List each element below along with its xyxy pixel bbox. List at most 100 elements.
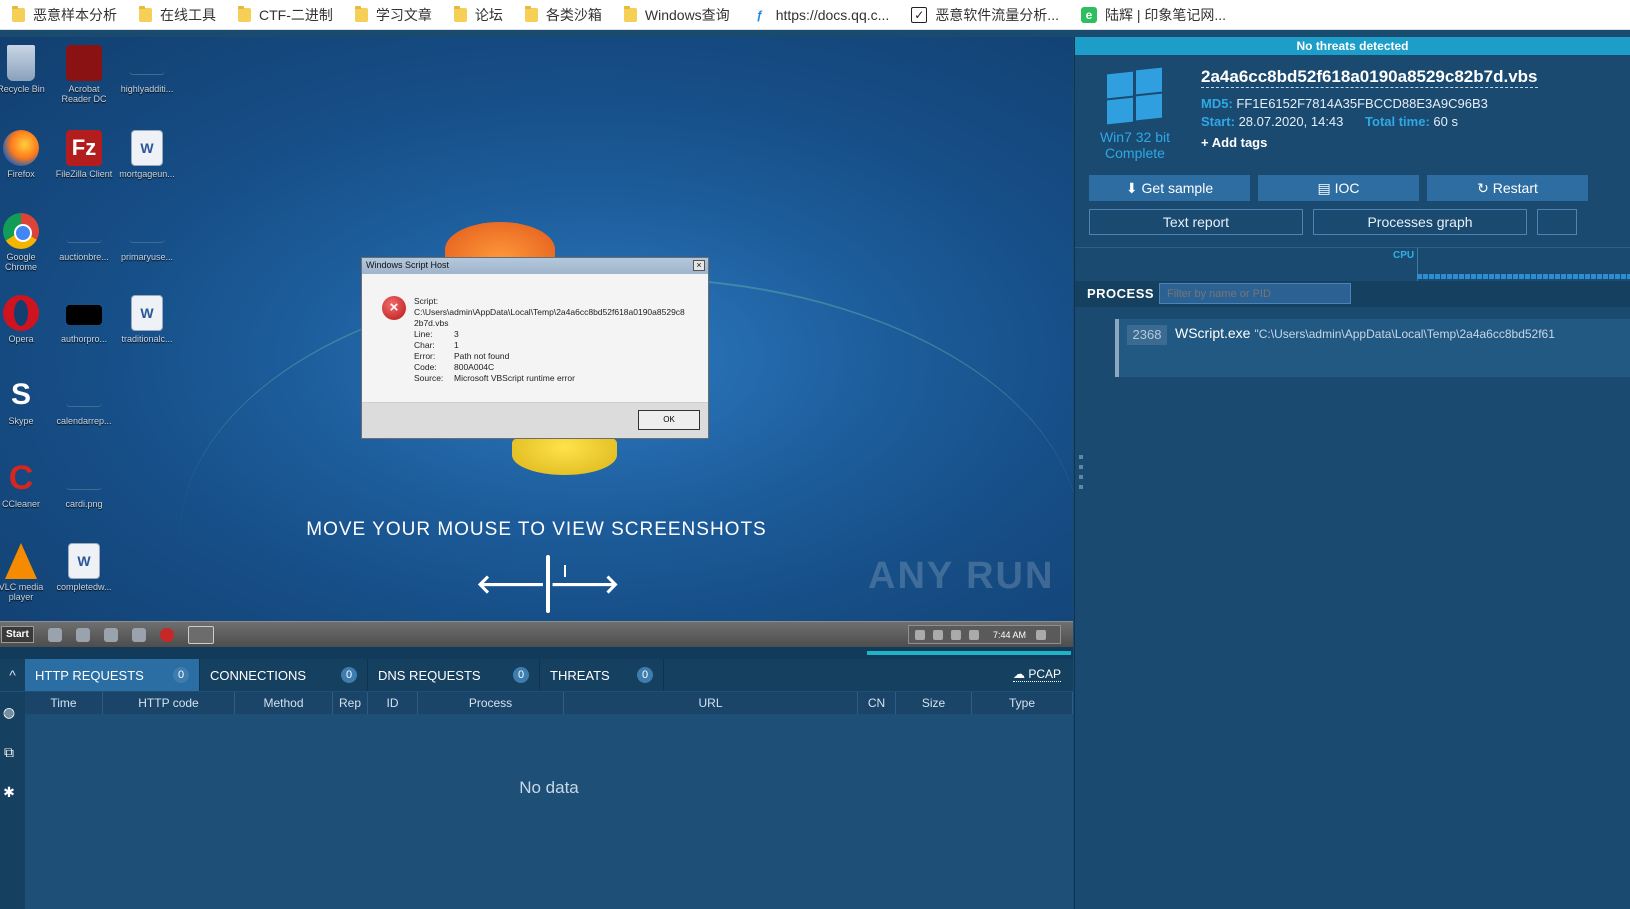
tab-dns-requests[interactable]: DNS REQUESTS 0 bbox=[368, 659, 540, 691]
chrome-icon[interactable] bbox=[131, 627, 146, 642]
bookmark-item[interactable]: 恶意样本分析 bbox=[12, 5, 117, 25]
desktop-icon[interactable]: S Skype bbox=[0, 377, 52, 426]
sample-meta: MD5: FF1E6152F7814A35FBCCD88E3A9C96B3 St… bbox=[1201, 95, 1488, 131]
chevron-up-icon[interactable]: ^ bbox=[0, 659, 25, 691]
dialog-titlebar: Windows Script Host × bbox=[362, 258, 708, 274]
wallpaper-logo-yellow bbox=[512, 435, 617, 475]
blank-icon bbox=[129, 45, 165, 75]
bookmark-label: 陆辉 | 印象笔记网... bbox=[1104, 6, 1227, 23]
bookmark-item[interactable]: 在线工具 bbox=[139, 5, 216, 25]
desktop-icon[interactable]: highlyadditi... bbox=[116, 45, 178, 94]
bookmark-item[interactable]: ƒ https://docs.qq.c... bbox=[752, 7, 889, 23]
desktop-icon[interactable]: Firefox bbox=[0, 130, 52, 179]
clock: 7:44 AM bbox=[992, 629, 1026, 640]
desktop-icon[interactable]: auctionbre... bbox=[53, 213, 115, 262]
vm-taskbar: Start 7:44 AM bbox=[0, 621, 1073, 647]
tab-count-badge: 0 bbox=[173, 667, 189, 683]
bookmark-item[interactable]: e 陆辉 | 印象笔记网... bbox=[1080, 5, 1227, 25]
opera-icon[interactable] bbox=[159, 627, 174, 642]
column-header[interactable]: Method bbox=[235, 692, 333, 714]
ie-icon[interactable] bbox=[47, 627, 62, 642]
tab-threats[interactable]: THREATS 0 bbox=[540, 659, 664, 691]
desktop-icon-label: calendarrep... bbox=[56, 416, 112, 426]
tab-count-badge: 0 bbox=[341, 667, 357, 683]
bookmark-item[interactable]: ✓ 恶意软件流量分析... bbox=[911, 5, 1059, 25]
column-header[interactable]: ID bbox=[368, 692, 418, 714]
column-header[interactable]: Size bbox=[896, 692, 972, 714]
desktop-icon[interactable]: Acrobat Reader DC bbox=[53, 45, 115, 104]
column-header[interactable]: Time bbox=[25, 692, 103, 714]
desktop-icon[interactable]: VLC media player bbox=[0, 543, 52, 602]
more-button[interactable] bbox=[1537, 209, 1577, 235]
column-header[interactable]: Process bbox=[418, 692, 564, 714]
ioc-button[interactable]: ▤ IOC bbox=[1258, 175, 1419, 201]
desktop-icon[interactable]: Opera bbox=[0, 295, 52, 344]
close-icon[interactable]: × bbox=[693, 260, 705, 271]
column-header[interactable]: CN bbox=[858, 692, 896, 714]
folder-icon bbox=[238, 5, 251, 22]
column-header[interactable]: HTTP code bbox=[103, 692, 235, 714]
desktop-icon-label: primaryuse... bbox=[120, 252, 173, 262]
cpu-bar bbox=[1417, 274, 1630, 279]
show-desktop-icon[interactable] bbox=[1036, 629, 1046, 640]
text-report-button[interactable]: Text report bbox=[1089, 209, 1303, 235]
network-icon[interactable] bbox=[950, 629, 961, 640]
process-row[interactable]: 2368 WScript.exe "C:\Users\admin\AppData\… bbox=[1115, 319, 1630, 377]
explorer-icon[interactable] bbox=[75, 627, 90, 642]
dialog-row-key: Error: bbox=[414, 351, 436, 361]
desktop-icon-label: authorpro... bbox=[60, 334, 108, 344]
pcap-button[interactable]: ☁ PCAP bbox=[1012, 667, 1061, 682]
bookmark-item[interactable]: 学习文章 bbox=[354, 5, 432, 25]
mouse-hint: 🡐 🡒 bbox=[476, 553, 619, 615]
bookmark-item[interactable]: Windows查询 bbox=[623, 5, 730, 25]
desktop-icon[interactable]: authorpro... bbox=[53, 295, 115, 344]
volume-icon[interactable] bbox=[932, 629, 943, 640]
script-host-taskbar-icon[interactable] bbox=[187, 625, 214, 644]
bookmark-label: 恶意软件流量分析... bbox=[935, 6, 1059, 23]
tab-http-requests[interactable]: HTTP REQUESTS 0 bbox=[25, 659, 200, 691]
resize-grip[interactable] bbox=[1079, 455, 1083, 491]
get-sample-button[interactable]: ⬇ Get sample bbox=[1089, 175, 1250, 201]
chrome-icon bbox=[3, 213, 39, 249]
desktop-icon[interactable]: calendarrep... bbox=[53, 377, 115, 426]
cloud-download-icon: ☁ bbox=[1012, 667, 1029, 681]
sample-filename[interactable]: 2a4a6cc8bd52f618a0190a8529c82b7d.vbs bbox=[1201, 67, 1538, 88]
desktop-icon[interactable]: Wcompletedw... bbox=[53, 543, 115, 592]
desktop-icon[interactable]: C CCleaner bbox=[0, 460, 52, 509]
bookmark-item[interactable]: CTF-二进制 bbox=[238, 5, 333, 25]
tab-connections[interactable]: CONNECTIONS 0 bbox=[200, 659, 368, 691]
globe-icon[interactable]: ◍ bbox=[0, 704, 18, 722]
start-button[interactable]: Start bbox=[1, 626, 34, 643]
desktop-icon[interactable]: cardi.png bbox=[53, 460, 115, 509]
column-header[interactable]: URL bbox=[564, 692, 858, 714]
verdict-banner: No threats detected bbox=[1075, 37, 1630, 55]
folder-icon bbox=[12, 5, 25, 22]
bookmark-label: Windows查询 bbox=[644, 6, 730, 23]
column-header[interactable]: Type bbox=[972, 692, 1073, 714]
process-filter-input[interactable] bbox=[1159, 283, 1351, 304]
tray-arrow-icon[interactable] bbox=[914, 629, 925, 640]
task-progress-track bbox=[0, 647, 1073, 659]
dialog-row-value: Microsoft VBScript runtime error bbox=[454, 373, 575, 383]
desktop-icon[interactable]: Fz FileZilla Client bbox=[53, 130, 115, 179]
desktop-icon-label: Acrobat Reader DC bbox=[61, 84, 107, 104]
flag-icon[interactable] bbox=[968, 629, 979, 640]
desktop-icon[interactable]: Recycle Bin bbox=[0, 45, 52, 94]
vm-desktop-screenshot[interactable]: Recycle Bin Acrobat Reader DC highlyadditi… bbox=[0, 37, 1073, 621]
restart-button[interactable]: ↻ Restart bbox=[1427, 175, 1588, 201]
column-header[interactable]: Rep bbox=[333, 692, 368, 714]
processes-graph-button[interactable]: Processes graph bbox=[1313, 209, 1527, 235]
bug-icon[interactable]: ✱ bbox=[0, 784, 18, 802]
bookmark-item[interactable]: 各类沙箱 bbox=[524, 5, 602, 25]
ok-button[interactable]: OK bbox=[638, 410, 700, 430]
media-icon[interactable] bbox=[103, 627, 118, 642]
desktop-icon[interactable]: primaryuse... bbox=[116, 213, 178, 262]
desktop-icon[interactable]: Wmortgageun... bbox=[116, 130, 178, 179]
add-tags-button[interactable]: + Add tags bbox=[1201, 135, 1267, 150]
desktop-icon[interactable]: Google Chrome bbox=[0, 213, 52, 272]
total-time-value: 60 s bbox=[1433, 114, 1458, 129]
files-icon[interactable]: ⧉ bbox=[0, 744, 18, 762]
dialog-row: Code: 800A004C bbox=[414, 362, 696, 373]
bookmark-item[interactable]: 论坛 bbox=[453, 5, 503, 25]
desktop-icon[interactable]: Wtraditionalc... bbox=[116, 295, 178, 344]
